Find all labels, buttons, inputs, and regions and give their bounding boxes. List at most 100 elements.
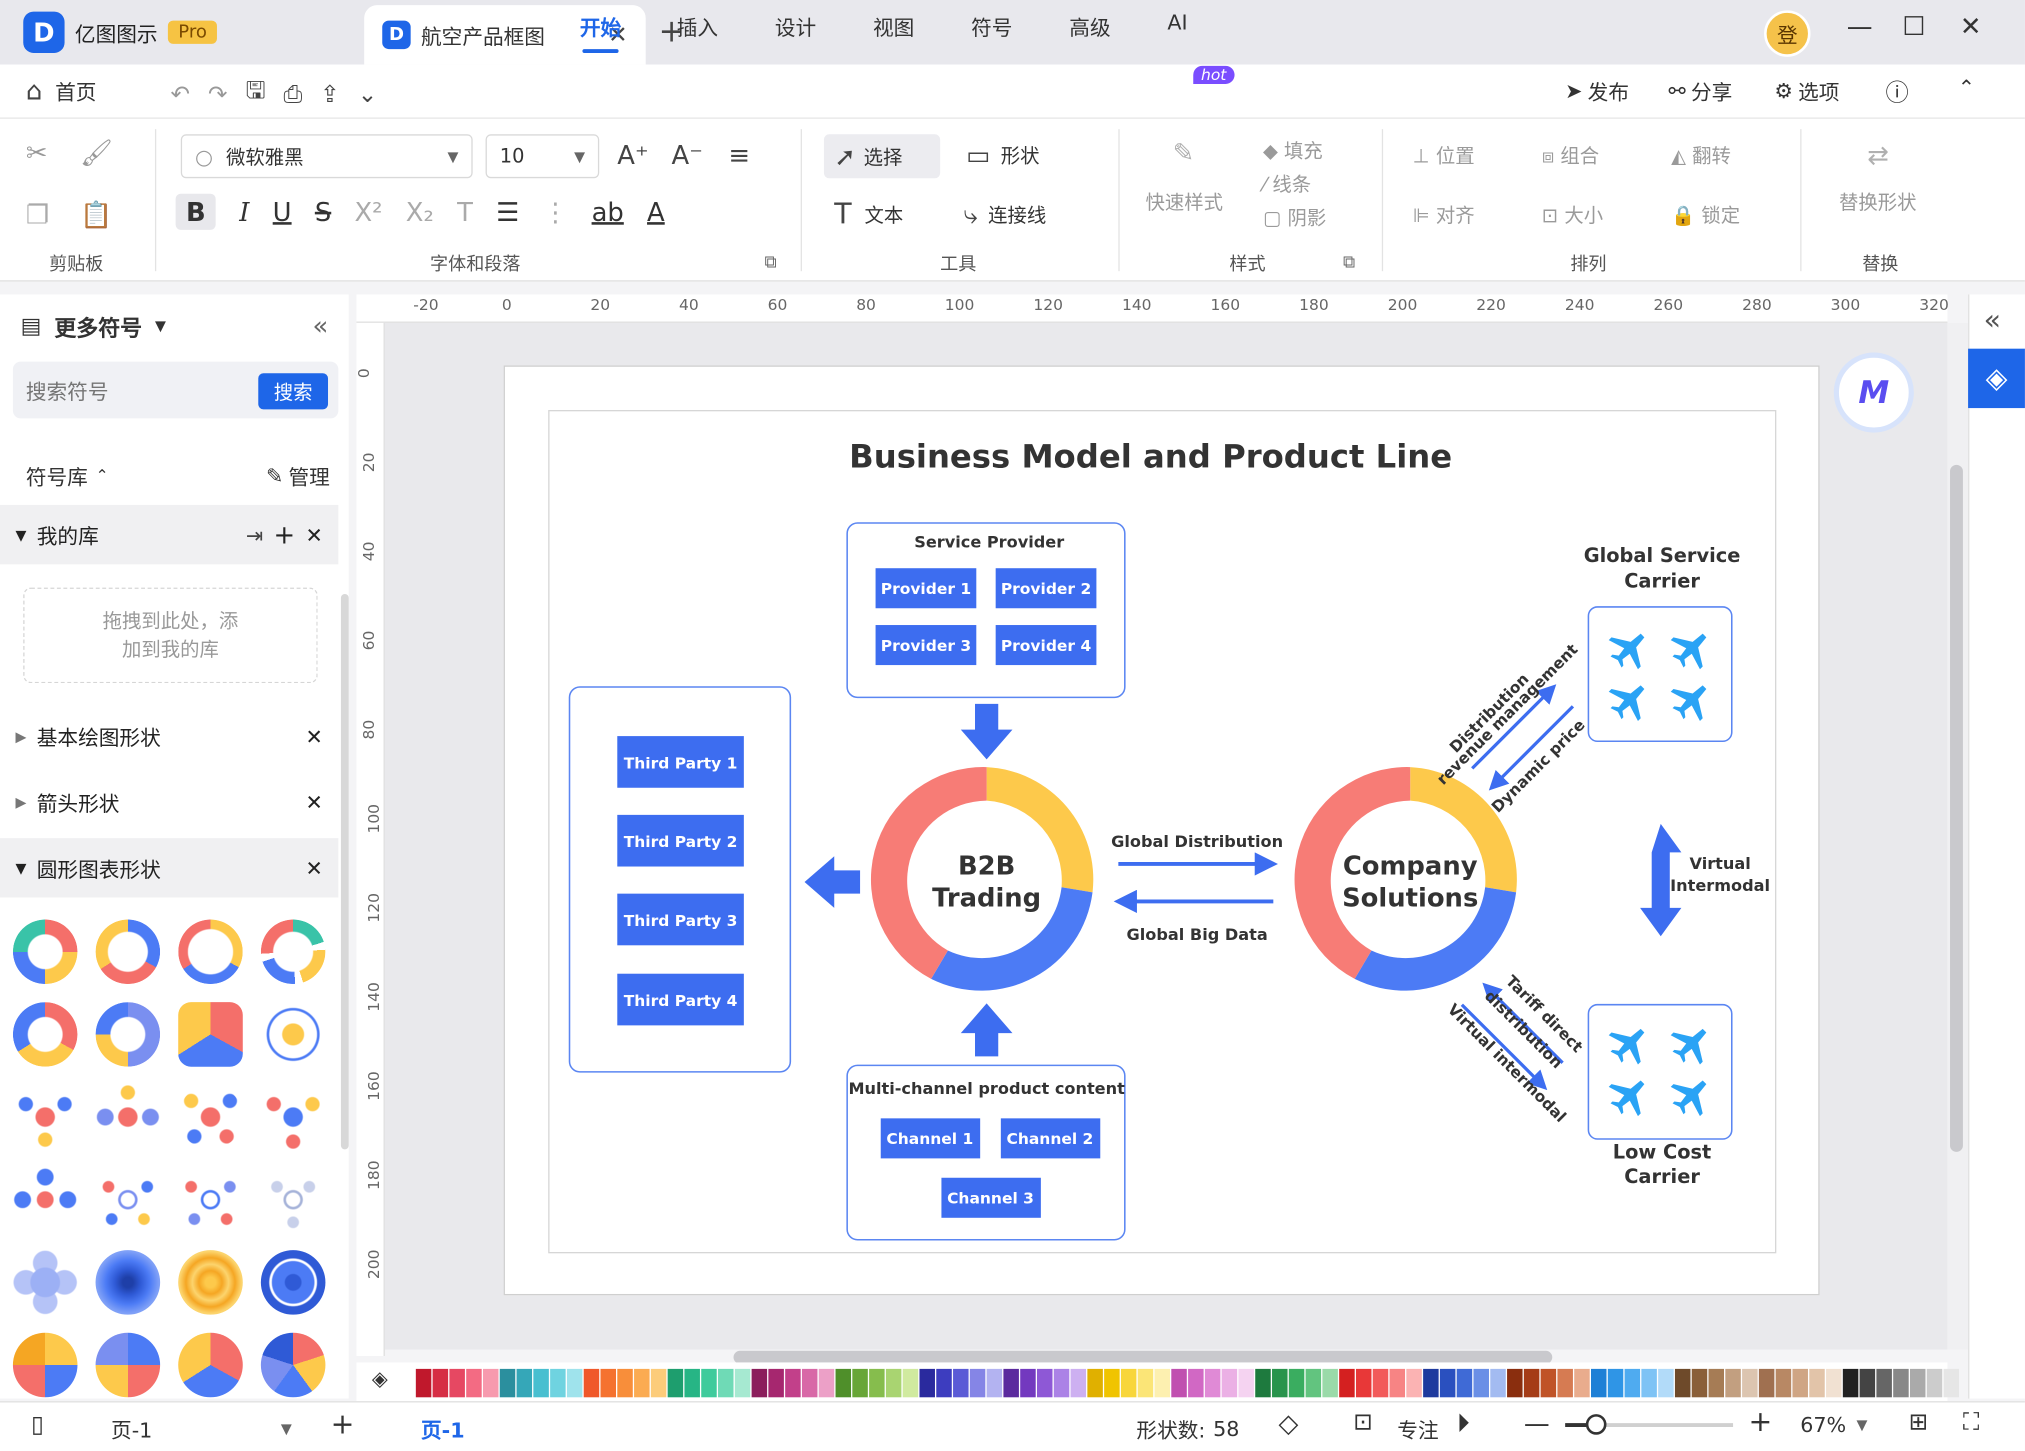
color-swatch[interactable]	[1523, 1368, 1540, 1398]
global-service-carrier-box[interactable]	[1587, 606, 1733, 743]
color-swatch[interactable]	[1188, 1368, 1204, 1398]
color-swatch[interactable]	[718, 1368, 734, 1398]
fullscreen-icon[interactable]: ⛶	[1963, 1409, 1979, 1436]
color-swatch[interactable]	[1406, 1368, 1422, 1398]
color-swatch[interactable]	[600, 1368, 616, 1398]
color-swatch[interactable]	[1876, 1368, 1892, 1398]
ai-assistant-icon[interactable]: M	[1833, 352, 1914, 433]
color-swatch[interactable]	[1221, 1368, 1238, 1398]
arrow-left-shape[interactable]	[804, 856, 861, 908]
color-swatch[interactable]	[1591, 1368, 1607, 1398]
color-swatch[interactable]	[1053, 1368, 1070, 1398]
color-swatch[interactable]	[650, 1368, 667, 1398]
color-swatch[interactable]	[1339, 1368, 1355, 1398]
color-swatch[interactable]	[835, 1368, 852, 1398]
color-swatch[interactable]	[1893, 1368, 1909, 1398]
color-swatch[interactable]	[466, 1368, 482, 1398]
diagram-canvas[interactable]: Business Model and Product Line Service …	[0, 0, 2025, 1451]
page-select[interactable]: 页-1 ▼	[111, 1413, 292, 1444]
fit-page-icon[interactable]: ⊡	[1353, 1409, 1372, 1436]
low-cost-carrier-box[interactable]	[1587, 1003, 1733, 1140]
color-swatch[interactable]	[1943, 1368, 1960, 1398]
color-swatch[interactable]	[1809, 1368, 1825, 1398]
color-swatch[interactable]	[986, 1368, 1003, 1398]
color-swatch[interactable]	[1104, 1368, 1120, 1398]
color-swatch[interactable]	[1087, 1368, 1103, 1398]
color-swatch[interactable]	[1154, 1368, 1171, 1398]
color-swatch[interactable]	[1691, 1368, 1708, 1398]
color-swatch[interactable]	[1926, 1368, 1943, 1398]
color-swatch[interactable]	[734, 1368, 751, 1398]
service-provider-title[interactable]: Service Provider	[914, 533, 1064, 552]
color-swatch[interactable]	[1607, 1368, 1624, 1398]
arrow-up-shape[interactable]	[960, 1003, 1013, 1057]
color-swatch[interactable]	[818, 1368, 835, 1398]
arrow-down-shape[interactable]	[960, 703, 1013, 760]
color-swatch[interactable]	[1456, 1368, 1473, 1398]
layers-icon[interactable]: ◇	[1278, 1408, 1298, 1439]
color-swatch[interactable]	[449, 1368, 465, 1398]
color-swatch[interactable]	[533, 1368, 549, 1398]
color-swatch[interactable]	[1036, 1368, 1053, 1398]
vertical-scrollbar[interactable]	[1950, 464, 1963, 1152]
color-swatch[interactable]	[1540, 1368, 1557, 1398]
color-swatch[interactable]	[1120, 1368, 1137, 1398]
color-swatch[interactable]	[701, 1368, 717, 1398]
color-swatch[interactable]	[1725, 1368, 1741, 1398]
focus-mode-button[interactable]: 专注	[1397, 1413, 1438, 1444]
color-swatch[interactable]	[902, 1368, 919, 1398]
color-swatch[interactable]	[684, 1368, 700, 1398]
color-swatch[interactable]	[869, 1368, 885, 1398]
color-swatch[interactable]	[566, 1368, 583, 1398]
color-swatch[interactable]	[1439, 1368, 1456, 1398]
color-swatch[interactable]	[953, 1368, 969, 1398]
color-swatch[interactable]	[1322, 1368, 1338, 1398]
color-swatch[interactable]	[1204, 1368, 1221, 1398]
color-swatch[interactable]	[1574, 1368, 1590, 1398]
color-swatch[interactable]	[1842, 1368, 1859, 1398]
color-swatch[interactable]	[1641, 1368, 1657, 1398]
color-swatch[interactable]	[1557, 1368, 1573, 1398]
color-swatch[interactable]	[432, 1368, 449, 1398]
color-swatch[interactable]	[1490, 1368, 1506, 1398]
color-swatch[interactable]	[1255, 1368, 1271, 1398]
color-swatch[interactable]	[617, 1368, 633, 1398]
color-swatch[interactable]	[516, 1368, 533, 1398]
color-swatch[interactable]	[1674, 1368, 1691, 1398]
color-swatch[interactable]	[785, 1368, 801, 1398]
play-icon[interactable]: ⏵	[1457, 1408, 1470, 1439]
color-swatch[interactable]	[1137, 1368, 1154, 1398]
color-swatch[interactable]	[1507, 1368, 1523, 1398]
fill-bucket-icon[interactable]: ◈	[372, 1366, 388, 1391]
color-swatch[interactable]	[1473, 1368, 1489, 1398]
color-swatch[interactable]	[1372, 1368, 1389, 1398]
color-swatch[interactable]	[1288, 1368, 1305, 1398]
page-panel-icon[interactable]: ▯	[31, 1412, 44, 1439]
page-tab-active[interactable]: 页-1	[421, 1413, 465, 1444]
color-swatch[interactable]	[667, 1368, 684, 1398]
color-swatch[interactable]	[550, 1368, 566, 1398]
color-swatch[interactable]	[1355, 1368, 1372, 1398]
diagram-title[interactable]: Business Model and Product Line	[849, 437, 1452, 475]
color-swatch[interactable]	[1758, 1368, 1775, 1398]
color-swatch[interactable]	[1238, 1368, 1254, 1398]
color-swatch[interactable]	[1020, 1368, 1036, 1398]
color-swatch[interactable]	[1658, 1368, 1674, 1398]
add-page-button[interactable]: +	[331, 1409, 355, 1441]
expand-panel-icon[interactable]: «	[1984, 305, 2001, 337]
color-swatch[interactable]	[751, 1368, 768, 1398]
color-swatch[interactable]	[1775, 1368, 1792, 1398]
color-swatch[interactable]	[1792, 1368, 1808, 1398]
color-swatch[interactable]	[919, 1368, 935, 1398]
color-swatch[interactable]	[1389, 1368, 1406, 1398]
color-swatch[interactable]	[499, 1368, 516, 1398]
color-swatch[interactable]	[583, 1368, 600, 1398]
color-swatch[interactable]	[1909, 1368, 1926, 1398]
color-swatch[interactable]	[1708, 1368, 1725, 1398]
color-swatch[interactable]	[768, 1368, 784, 1398]
color-swatch[interactable]	[1826, 1368, 1842, 1398]
zoom-select[interactable]: 67% ▼	[1800, 1413, 1867, 1438]
color-swatch[interactable]	[885, 1368, 902, 1398]
color-swatch[interactable]	[1070, 1368, 1087, 1398]
fit-window-icon[interactable]: ⊞	[1909, 1409, 1928, 1436]
